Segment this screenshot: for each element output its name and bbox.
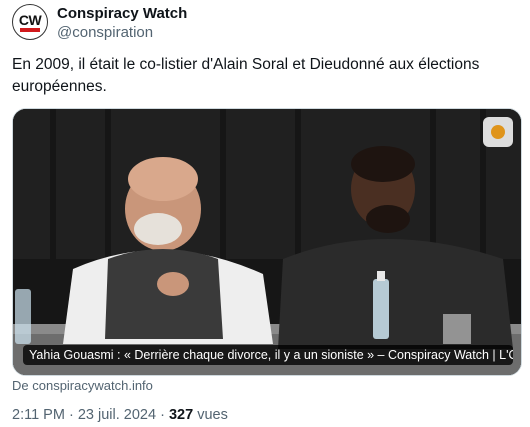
tweet-text: En 2009, il était le co-listier d'Alain … — [12, 56, 480, 95]
meta-separator: · — [160, 407, 165, 423]
tweet-header: CW Conspiracy Watch @conspiration — [12, 4, 518, 44]
views-label: vues — [197, 407, 228, 423]
views-count: 327 — [168, 407, 194, 423]
tweet-meta: 2:11 PM · 23 juil. 2024 · 327 vues — [12, 407, 228, 423]
avatar-logo-text: CW — [18, 12, 42, 28]
avatar[interactable]: CW — [12, 4, 48, 40]
meta-separator: · — [68, 407, 74, 423]
sun-icon — [491, 125, 505, 139]
video-thumbnail — [13, 109, 521, 375]
link-card[interactable]: Yahia Gouasmi : « Derrière chaque divorc… — [12, 108, 522, 376]
avatar-logo-bar — [20, 28, 40, 32]
tweet-date[interactable]: 23 juil. 2024 — [78, 407, 156, 423]
tweet-time[interactable]: 2:11 PM — [12, 407, 65, 423]
card-source-link[interactable]: De conspiracywatch.info — [12, 378, 153, 393]
author-handle[interactable]: @conspiration — [57, 24, 153, 41]
card-title[interactable]: Yahia Gouasmi : « Derrière chaque divorc… — [23, 345, 513, 365]
channel-logo — [483, 117, 513, 147]
author-name[interactable]: Conspiracy Watch — [57, 5, 187, 22]
